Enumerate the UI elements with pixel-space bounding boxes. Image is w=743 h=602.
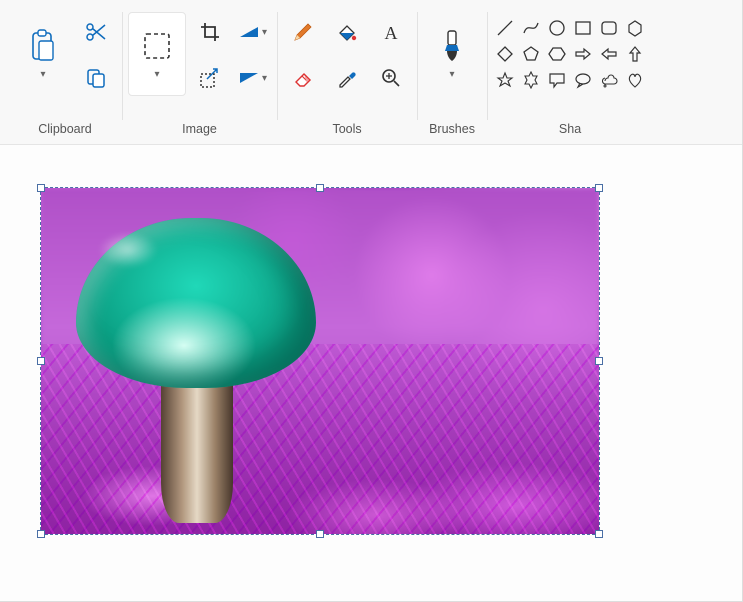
flip-icon (238, 69, 260, 87)
text-tool[interactable]: A (371, 12, 411, 52)
color-picker-tool[interactable] (327, 58, 367, 98)
canvas-image (41, 188, 599, 534)
resize-handle-tm[interactable] (316, 184, 324, 192)
select-button[interactable]: ▾ (128, 12, 186, 96)
shape-callout-oval[interactable] (571, 68, 595, 92)
group-clipboard: ▾ (8, 6, 122, 144)
scissors-icon (85, 21, 107, 43)
resize-handle-ml[interactable] (37, 357, 45, 365)
chevron-down-icon: ▾ (262, 73, 267, 84)
group-tools: A Tools (277, 6, 417, 144)
shape-arrow-left[interactable] (597, 42, 621, 66)
shape-rect[interactable] (571, 16, 595, 40)
chevron-down-icon: ▾ (154, 69, 159, 80)
canvas-area[interactable] (0, 145, 742, 601)
shape-hexagon[interactable] (545, 42, 569, 66)
cut-button[interactable] (76, 12, 116, 52)
group-brushes: ▾ Brushes (417, 6, 487, 144)
fill-icon (336, 21, 358, 43)
copy-icon (85, 67, 107, 89)
text-icon: A (380, 21, 402, 43)
eyedropper-icon (336, 67, 358, 89)
shape-callout-rect[interactable] (545, 68, 569, 92)
chevron-down-icon: ▾ (262, 27, 267, 38)
chevron-down-icon: ▾ (40, 69, 45, 80)
shape-pentagon[interactable] (519, 42, 543, 66)
fill-tool[interactable] (327, 12, 367, 52)
shape-curve[interactable] (519, 16, 543, 40)
shape-line[interactable] (493, 16, 517, 40)
resize-handle-tr[interactable] (595, 184, 603, 192)
resize-icon (199, 67, 221, 89)
select-icon (140, 29, 174, 63)
magnifier-tool[interactable] (371, 58, 411, 98)
shape-circle[interactable] (545, 16, 569, 40)
eraser-tool[interactable] (283, 58, 323, 98)
eraser-icon (292, 67, 314, 89)
shape-star5[interactable] (493, 68, 517, 92)
flip-button[interactable]: ▾ (234, 58, 271, 98)
ribbon: ▾ (0, 0, 742, 145)
paste-icon (28, 29, 58, 63)
group-image: ▾ (122, 6, 277, 144)
tools-label: Tools (283, 116, 411, 144)
brush-icon (439, 29, 465, 63)
paste-button[interactable]: ▾ (14, 12, 72, 96)
shape-diamond[interactable] (493, 42, 517, 66)
resize-handle-br[interactable] (595, 530, 603, 538)
rotate-button[interactable]: ▾ (234, 12, 271, 52)
shape-polygon[interactable] (623, 16, 647, 40)
image-label: Image (128, 116, 271, 144)
clipboard-label: Clipboard (14, 116, 116, 144)
shapes-gallery[interactable] (493, 12, 647, 92)
pencil-icon (292, 21, 314, 43)
resize-button[interactable] (190, 58, 230, 98)
shape-callout-cloud[interactable] (597, 68, 621, 92)
rotate-icon (238, 23, 260, 41)
copy-button[interactable] (76, 58, 116, 98)
image-selection[interactable] (40, 187, 600, 535)
shape-heart[interactable] (623, 68, 647, 92)
svg-text:A: A (385, 23, 398, 43)
shape-arrow-up[interactable] (623, 42, 647, 66)
group-shapes: Sha (487, 6, 647, 144)
resize-handle-tl[interactable] (37, 184, 45, 192)
shape-arrow-right[interactable] (571, 42, 595, 66)
resize-handle-bl[interactable] (37, 530, 45, 538)
crop-icon (199, 21, 221, 43)
magnifier-icon (380, 67, 402, 89)
brushes-button[interactable]: ▾ (423, 12, 481, 96)
shapes-label: Sha (493, 116, 647, 144)
resize-handle-bm[interactable] (316, 530, 324, 538)
brushes-label: Brushes (423, 116, 481, 144)
shape-roundrect[interactable] (597, 16, 621, 40)
resize-handle-mr[interactable] (595, 357, 603, 365)
chevron-down-icon: ▾ (450, 69, 455, 80)
crop-button[interactable] (190, 12, 230, 52)
shape-star6[interactable] (519, 68, 543, 92)
pencil-tool[interactable] (283, 12, 323, 52)
